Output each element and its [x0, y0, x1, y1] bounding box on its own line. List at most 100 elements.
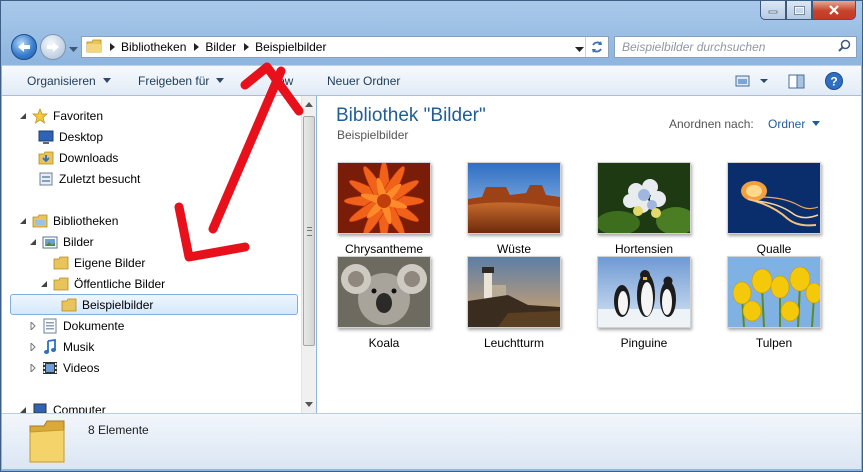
- tree-libraries[interactable]: Bibliotheken: [17, 210, 118, 231]
- folder-icon: [53, 276, 69, 292]
- recent-pages-button[interactable]: [69, 42, 78, 56]
- penguins-image: [597, 256, 691, 328]
- tree-label: Downloads: [59, 150, 119, 165]
- breadcrumb-libraries[interactable]: Bibliotheken: [121, 40, 186, 54]
- tree-recent[interactable]: Zuletzt besucht: [38, 168, 140, 189]
- chevron-down-icon: [812, 121, 821, 126]
- maximize-button[interactable]: [786, 1, 812, 20]
- new-folder-button[interactable]: Neuer Ordner: [327, 74, 400, 88]
- address-bar[interactable]: Bibliotheken Bilder Beispielbilder: [81, 36, 609, 58]
- scroll-down-icon[interactable]: [305, 402, 313, 407]
- arrow-right-icon: [47, 42, 59, 52]
- library-title: Bibliothek "Bilder": [336, 105, 486, 126]
- tree-computer[interactable]: Computer: [17, 399, 106, 413]
- koala-image: [337, 256, 431, 328]
- desktop-icon: [38, 129, 54, 145]
- arrange-by-value: Ordner: [768, 117, 806, 131]
- library-subtitle: Beispielbilder: [337, 128, 409, 142]
- view-icon: [735, 75, 768, 87]
- tree-music[interactable]: Musik: [27, 336, 94, 357]
- thumbnail-lighthouse[interactable]: Leuchtturm: [454, 256, 574, 350]
- thumbnail-label: Chrysantheme: [344, 242, 424, 256]
- share-with-label: Freigeben für: [138, 74, 210, 88]
- search-input[interactable]: Beispielbilder durchsuchen: [622, 40, 838, 54]
- slideshow-button[interactable]: ow: [278, 74, 293, 88]
- music-icon: [42, 338, 58, 355]
- star-icon: [32, 107, 48, 124]
- desert-image: [467, 162, 561, 234]
- search-icon[interactable]: [838, 39, 851, 55]
- tree-label: Bilder: [63, 234, 94, 249]
- tree-desktop[interactable]: Desktop: [38, 126, 103, 147]
- tree-favorites[interactable]: Favoriten: [17, 105, 103, 126]
- tree-label: Musik: [63, 339, 95, 354]
- caption-buttons: [760, 1, 856, 20]
- search-box[interactable]: Beispielbilder durchsuchen: [614, 36, 857, 58]
- address-dropdown-button[interactable]: [575, 42, 584, 56]
- thumbnail-label: Pinguine: [620, 336, 668, 350]
- breadcrumb-pictures[interactable]: Bilder: [205, 40, 236, 54]
- tree-expand-icon[interactable]: [27, 342, 39, 351]
- view-options-button[interactable]: [735, 71, 771, 94]
- refresh-button[interactable]: [585, 37, 608, 57]
- thumbnail-desert[interactable]: Wüste: [454, 162, 574, 256]
- computer-icon: [32, 402, 48, 413]
- thumbnail-tulips[interactable]: Tulpen: [714, 256, 834, 350]
- help-button[interactable]: ?: [824, 71, 844, 94]
- item-count: 8 Elemente: [88, 423, 149, 437]
- thumbnail-koala[interactable]: Koala: [324, 256, 444, 350]
- tree-sample-pictures[interactable]: Beispielbilder: [10, 294, 298, 315]
- tree-label: Videos: [63, 360, 100, 375]
- navigation-scrollbar[interactable]: [301, 96, 316, 413]
- thumbnail-label: Wüste: [496, 242, 531, 256]
- new-folder-label: Neuer Ordner: [327, 74, 401, 88]
- tree-collapse-icon[interactable]: [17, 406, 29, 414]
- tree-label: Beispielbilder: [82, 297, 154, 312]
- tree-collapse-icon[interactable]: [17, 217, 29, 225]
- tree-videos[interactable]: Videos: [27, 357, 99, 378]
- arrange-by-label: Anordnen nach:: [669, 117, 754, 131]
- thumbnail-jellyfish[interactable]: Qualle: [714, 162, 834, 256]
- lighthouse-image: [467, 256, 561, 328]
- breadcrumb-arrow-icon[interactable]: [244, 40, 250, 54]
- thumbnail-label: Hortensien: [614, 242, 674, 256]
- navigation-bar: Bibliotheken Bilder Beispielbilder Beisp…: [9, 32, 857, 62]
- forward-button[interactable]: [40, 34, 66, 60]
- share-with-button[interactable]: Freigeben für: [138, 74, 225, 88]
- content-pane: Bibliothek "Bilder" Beispielbilder Anord…: [317, 96, 844, 413]
- tree-documents[interactable]: Dokumente: [27, 315, 124, 336]
- close-button[interactable]: [812, 1, 856, 20]
- chevron-down-icon: [575, 47, 584, 52]
- command-bar: Organisieren Freigeben für ow Neuer Ordn…: [2, 65, 861, 96]
- back-button[interactable]: [11, 34, 37, 60]
- scroll-up-icon[interactable]: [305, 102, 313, 107]
- tree-expand-icon[interactable]: [27, 321, 39, 330]
- organize-button[interactable]: Organisieren: [27, 74, 111, 88]
- tree-collapse-icon[interactable]: [38, 280, 50, 288]
- minimize-button[interactable]: [760, 1, 786, 20]
- navigation-pane: Favoriten Desktop Downloads Zuletzt besu…: [2, 96, 302, 413]
- tree-expand-icon[interactable]: [27, 363, 39, 372]
- breadcrumb-arrow-icon[interactable]: [110, 40, 115, 54]
- breadcrumb-arrow-icon[interactable]: [194, 40, 200, 54]
- thumbnail-label: Koala: [368, 336, 400, 350]
- documents-icon: [42, 318, 58, 334]
- tree-public-pictures[interactable]: Öffentliche Bilder: [38, 273, 165, 294]
- preview-pane-button[interactable]: [788, 71, 806, 94]
- tree-pictures[interactable]: Bilder: [27, 231, 94, 252]
- arrange-by-dropdown[interactable]: Ordner: [768, 117, 821, 131]
- scrollbar-thumb[interactable]: [303, 116, 315, 346]
- tree-label: Favoriten: [53, 108, 104, 123]
- tree-collapse-icon[interactable]: [27, 238, 39, 246]
- tree-label: Dokumente: [63, 318, 125, 333]
- thumbnail-penguins[interactable]: Pinguine: [584, 256, 704, 350]
- thumbnail-label: Qualle: [756, 242, 792, 256]
- breadcrumb-sample-pictures[interactable]: Beispielbilder: [255, 40, 326, 54]
- thumbnail-chrysanthemum[interactable]: Chrysantheme: [324, 162, 444, 256]
- chevron-down-icon: [216, 78, 225, 83]
- recent-places-icon: [38, 171, 54, 187]
- tree-my-pictures[interactable]: Eigene Bilder: [53, 252, 145, 273]
- thumbnail-hydrangeas[interactable]: Hortensien: [584, 162, 704, 256]
- tree-collapse-icon[interactable]: [17, 112, 29, 120]
- tree-downloads[interactable]: Downloads: [38, 147, 118, 168]
